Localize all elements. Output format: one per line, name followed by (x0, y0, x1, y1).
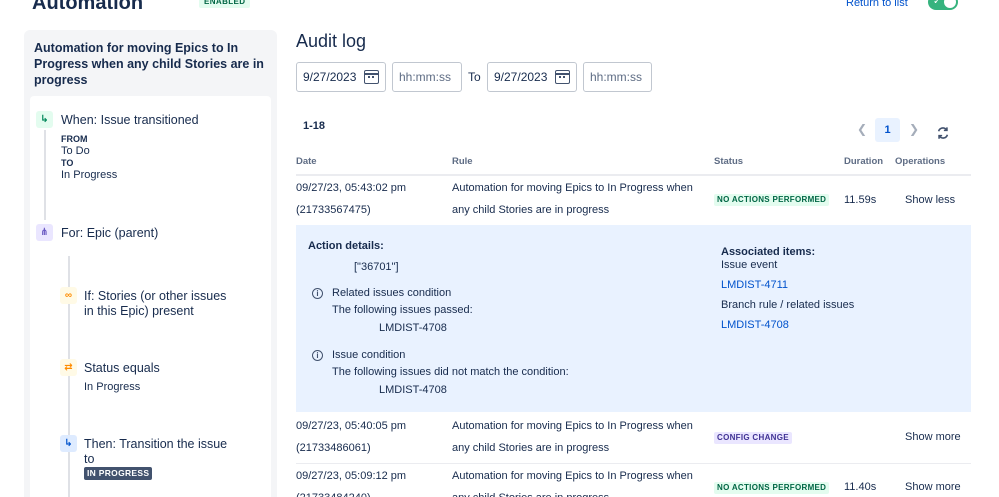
shuffle-icon[interactable]: ⇄ (60, 359, 77, 376)
chevron-left-icon[interactable]: ❮ (857, 122, 867, 136)
row-date: 09/27/23, 05:43:02 pm (296, 182, 407, 194)
table-header-divider (296, 174, 971, 176)
row-divider (296, 463, 971, 464)
to-time-placeholder: hh:mm:ss (590, 70, 643, 84)
condition-status-value: In Progress (84, 381, 141, 393)
condition-related-desc: The following issues passed: (332, 304, 473, 316)
show-less-button[interactable]: Show less (905, 189, 955, 211)
column-header-rule[interactable]: Rule (452, 156, 473, 167)
associated-items-heading: Associated items: (721, 246, 816, 258)
calendar-icon[interactable] (555, 70, 570, 84)
action-title-2[interactable]: to (84, 451, 94, 467)
transition-action-icon[interactable]: ↳ (60, 435, 77, 452)
trigger-from-value: To Do (61, 145, 90, 157)
condition-related-heading: Related issues condition (332, 287, 452, 299)
status-badge: CONFIG CHANGE (714, 432, 792, 444)
audit-log-title: Audit log (296, 31, 367, 51)
rule-components-card: ↳ When: Issue transitioned FROM To Do TO… (30, 96, 271, 497)
status-lozenge: IN PROGRESS (84, 467, 153, 480)
row-rule: Automation for moving Epics to In Progre… (452, 470, 693, 482)
row-duration: 11.40s (844, 481, 877, 493)
branch-rule-label: Branch rule / related issues (721, 299, 855, 311)
to-date-value: 9/27/2023 (494, 70, 548, 84)
from-date-input[interactable]: 9/27/2023 (296, 62, 386, 92)
to-date-input[interactable]: 9/27/2023 (487, 62, 577, 92)
toggle-knob (944, 0, 956, 8)
condition-issue-issue: LMDIST-4708 (379, 384, 447, 396)
show-more-button[interactable]: Show more (905, 476, 961, 497)
issue-link[interactable]: LMDIST-4711 (721, 279, 788, 292)
action-details-heading: Action details: (308, 240, 384, 252)
refresh-icon[interactable] (936, 126, 950, 140)
branch-icon[interactable]: ⋔ (36, 224, 53, 241)
from-date-value: 9/27/2023 (303, 70, 357, 84)
row-duration: 11.59s (844, 194, 877, 206)
branch-title[interactable]: For: Epic (parent) (61, 225, 158, 241)
row-execution-id: (21733486061) (296, 442, 371, 454)
calendar-icon[interactable] (364, 70, 379, 84)
to-label: To (468, 70, 481, 84)
from-time-placeholder: hh:mm:ss (399, 70, 452, 84)
row-rule: any child Stories are in progress (452, 204, 610, 216)
row-rule: any child Stories are in progress (452, 442, 610, 454)
row-execution-id: (21733484240) (296, 487, 371, 497)
associated-event-label: Issue event (721, 259, 778, 271)
flow-line (44, 130, 46, 220)
rule-enabled-toggle[interactable]: ✓ (928, 0, 958, 10)
rule-summary-panel: Automation for moving Epics to In Progre… (24, 30, 277, 497)
result-range: 1-18 (303, 120, 326, 132)
row-rule: Automation for moving Epics to In Progre… (452, 420, 693, 432)
info-icon: i (312, 350, 323, 361)
chevron-right-icon[interactable]: ❯ (909, 122, 919, 136)
action-details-value: ["36701"] (354, 261, 399, 273)
page-number-button[interactable]: 1 (875, 118, 900, 142)
action-details-panel: Action details: ["36701"] i Related issu… (296, 225, 971, 412)
transition-trigger-icon[interactable]: ↳ (36, 111, 53, 128)
trigger-from-label: FROM (61, 134, 88, 144)
to-time-input[interactable]: hh:mm:ss (583, 62, 652, 92)
issue-link[interactable]: LMDIST-4708 (721, 319, 789, 332)
rule-name: Automation for moving Epics to In Progre… (34, 41, 264, 87)
page-title: Automation (32, 0, 144, 14)
condition-status-title[interactable]: Status equals (84, 360, 160, 376)
condition-related-title-2[interactable]: in this Epic) present (84, 303, 194, 319)
column-header-duration[interactable]: Duration (844, 156, 883, 167)
from-time-input[interactable]: hh:mm:ss (392, 62, 462, 92)
row-rule: Automation for moving Epics to In Progre… (452, 182, 693, 194)
row-date: 09/27/23, 05:09:12 pm (296, 470, 407, 482)
return-to-list-link[interactable]: Return to list (846, 0, 908, 10)
row-execution-id: (21733567475) (296, 204, 371, 216)
status-badge: NO ACTIONS PERFORMED (714, 482, 830, 494)
trigger-to-value: In Progress (61, 169, 118, 181)
condition-issue-desc: The following issues did not match the c… (332, 366, 569, 378)
check-icon: ✓ (933, 0, 942, 7)
enabled-badge: ENABLED (199, 0, 251, 8)
row-date: 09/27/23, 05:40:05 pm (296, 420, 407, 432)
status-badge: NO ACTIONS PERFORMED (714, 194, 830, 206)
row-rule: any child Stories are in progress (452, 487, 609, 497)
condition-related-title-1[interactable]: If: Stories (or other issues (84, 288, 226, 304)
action-title-1[interactable]: Then: Transition the issue (84, 436, 227, 452)
condition-related-issue: LMDIST-4708 (379, 322, 447, 334)
column-header-status[interactable]: Status (714, 156, 743, 167)
column-header-operations: Operations (895, 156, 946, 167)
info-icon: i (312, 288, 323, 299)
link-icon[interactable]: ∞ (60, 287, 77, 304)
trigger-title[interactable]: When: Issue transitioned (61, 112, 199, 128)
condition-issue-heading: Issue condition (332, 349, 406, 361)
column-header-date[interactable]: Date (296, 156, 317, 167)
trigger-to-label: TO (61, 158, 74, 168)
show-more-button[interactable]: Show more (905, 426, 961, 448)
